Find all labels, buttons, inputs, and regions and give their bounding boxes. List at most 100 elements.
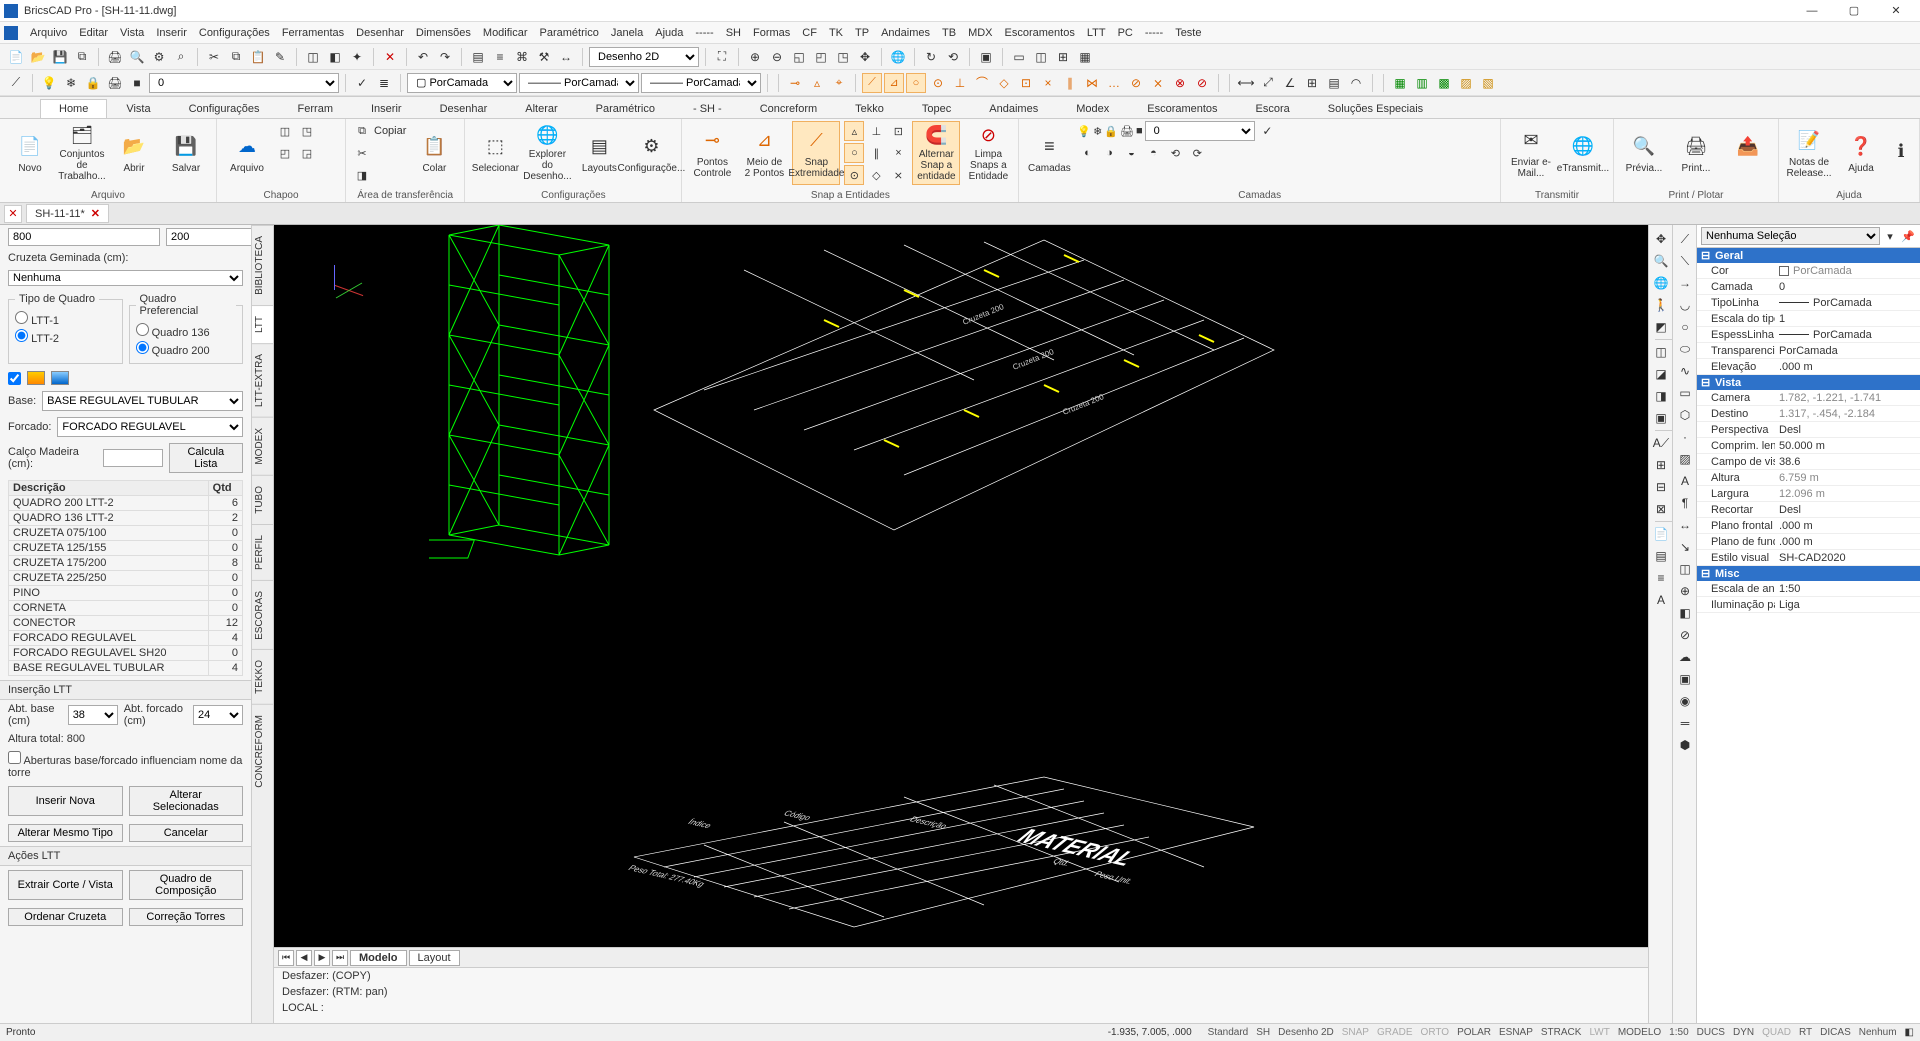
vp-3-icon[interactable]: ⊞	[1053, 47, 1073, 67]
zoom-out-icon[interactable]: ⊖	[767, 47, 787, 67]
nav-pan-icon[interactable]: ✥	[1651, 229, 1671, 249]
zoom-win-icon[interactable]: ⛶	[712, 47, 732, 67]
ribbon-tab-topec[interactable]: Topec	[903, 99, 970, 118]
menu-configura-es[interactable]: Configurações	[193, 25, 276, 41]
ribbon-settings-button[interactable]: ⚙Configuraçõe...	[627, 121, 675, 185]
snap-ext-icon[interactable]: ⟋	[862, 73, 882, 93]
layer-combo[interactable]: 0	[149, 73, 339, 93]
chapoo-sm3-icon[interactable]: ◰	[275, 143, 295, 163]
ribbon-snap-clear-button[interactable]: ⊘Limpa Snaps a Entidade	[964, 121, 1012, 185]
zoom-prev-icon[interactable]: ◰	[811, 47, 831, 67]
ribbon-about-button[interactable]: ℹ	[1889, 121, 1913, 185]
forcado-select[interactable]: FORCADO REGULAVEL	[57, 417, 243, 437]
table-row[interactable]: CORNETA0	[9, 601, 243, 616]
status-ducs[interactable]: DUCS	[1697, 1027, 1725, 1038]
vp-1-icon[interactable]: ▭	[1009, 47, 1029, 67]
ribbon-tab-solu-es-especiais[interactable]: Soluções Especiais	[1309, 99, 1442, 118]
lyr-d-icon[interactable]: ◓	[1143, 143, 1163, 163]
ribbon-layer-combo[interactable]: 0	[1145, 121, 1256, 141]
ribbon-snap-toggle-button[interactable]: 🧲Alternar Snap a entidade	[912, 121, 960, 185]
workspace-combo[interactable]: Desenho 2D	[589, 47, 699, 67]
ribbon-cloud-button[interactable]: ☁Arquivo	[223, 121, 271, 185]
table-row[interactable]: PINO0	[9, 586, 243, 601]
snap-clear-icon[interactable]: ⊘	[1192, 73, 1212, 93]
props-row[interactable]: Escala do tipo-lin1	[1697, 311, 1920, 327]
ribbon-select-button[interactable]: ⬚Selecionar	[471, 121, 519, 185]
base-select[interactable]: BASE REGULAVEL TUBULAR	[42, 391, 243, 411]
ribbon-paste-button[interactable]: 📋Colar	[410, 121, 458, 185]
layer-print-icon[interactable]: 🖨	[105, 73, 125, 93]
snap-g-icon[interactable]: ⊙	[928, 73, 948, 93]
qat-paste-icon[interactable]: 📋	[248, 47, 268, 67]
draw-ray-icon[interactable]: →	[1675, 273, 1695, 293]
table-row[interactable]: FORCADO REGULAVEL SH200	[9, 646, 243, 661]
qat-new-icon[interactable]: 📄	[6, 47, 26, 67]
snap-sm5[interactable]: ∥	[866, 143, 886, 163]
btn-ordenar-cruzeta[interactable]: Ordenar Cruzeta	[8, 908, 123, 926]
menu-sh[interactable]: SH	[720, 25, 747, 41]
arr-v-icon[interactable]: ▥	[1412, 73, 1432, 93]
paste-sm-icon[interactable]: ◨	[352, 165, 372, 185]
props-row[interactable]: Plano frontal.000 m	[1697, 518, 1920, 534]
check-aberturas[interactable]: Aberturas base/forcado influenciam nome …	[8, 751, 243, 779]
menu-pc[interactable]: PC	[1112, 25, 1139, 41]
zoom-ext-icon[interactable]: ◱	[789, 47, 809, 67]
menu-ltt[interactable]: LTT	[1081, 25, 1112, 41]
side-tab-perfil[interactable]: PERFIL	[252, 524, 273, 580]
menu-andaimes[interactable]: Andaimes	[875, 25, 936, 41]
ribbon-tab-escoramentos[interactable]: Escoramentos	[1128, 99, 1236, 118]
draw-bound-icon[interactable]: ▣	[1675, 669, 1695, 689]
radio-q136[interactable]: Quadro 136	[136, 323, 237, 339]
vis-wire-icon[interactable]: ◫	[1651, 342, 1671, 362]
radio-q200[interactable]: Quadro 200	[136, 341, 237, 357]
chapoo-sm4-icon[interactable]: ◲	[297, 143, 317, 163]
tab-modelo[interactable]: Modelo	[350, 950, 407, 966]
draw-text-icon[interactable]: A	[1675, 471, 1695, 491]
status-rt[interactable]: RT	[1799, 1027, 1812, 1038]
draw-3dp-icon[interactable]: ⬢	[1675, 735, 1695, 755]
snap-sm8[interactable]: ◇	[866, 165, 886, 185]
nav-persp-icon[interactable]: ◩	[1651, 317, 1671, 337]
props-filter-icon[interactable]: ▾	[1882, 228, 1898, 244]
maximize-button[interactable]: ▢	[1834, 1, 1874, 21]
qat-saveall-icon[interactable]: ⧉	[72, 47, 92, 67]
ribbon-save-button[interactable]: 💾Salvar	[162, 121, 210, 185]
props-row[interactable]: EspessLinhaPorCamada	[1697, 327, 1920, 343]
props-row[interactable]: TransparenciaPorCamada	[1697, 343, 1920, 359]
snap-sm3[interactable]: ⊡	[888, 121, 908, 141]
calc-lista-button[interactable]: Calcula Lista	[169, 443, 243, 473]
doc-tab[interactable]: SH-11-11* ✕	[26, 204, 109, 223]
status-nenhum[interactable]: Nenhum	[1859, 1027, 1897, 1038]
zoom-in-icon[interactable]: ⊕	[745, 47, 765, 67]
orbit-icon[interactable]: 🌐	[888, 47, 908, 67]
minimize-button[interactable]: —	[1792, 1, 1832, 21]
menu-ferramentas[interactable]: Ferramentas	[276, 25, 350, 41]
ribbon-tab-concreform[interactable]: Concreform	[741, 99, 836, 118]
sect2-icon[interactable]: ⊞	[1651, 455, 1671, 475]
dim-ang-icon[interactable]: ∠	[1280, 73, 1300, 93]
qat-dim-icon[interactable]: ↔	[556, 47, 576, 67]
side-tab-concreform[interactable]: CONCREFORM	[252, 704, 273, 798]
status-sh[interactable]: SH	[1256, 1027, 1270, 1038]
dim-cont-icon[interactable]: ⊞	[1302, 73, 1322, 93]
menu-escoramentos[interactable]: Escoramentos	[999, 25, 1081, 41]
snap-sm2[interactable]: ⊥	[866, 121, 886, 141]
draw-mtext-icon[interactable]: ¶	[1675, 493, 1695, 513]
menu-tk[interactable]: TK	[823, 25, 849, 41]
zoom-sel-icon[interactable]: ◳	[833, 47, 853, 67]
btn-correcao-torres[interactable]: Correção Torres	[129, 908, 244, 926]
menu-inserir[interactable]: Inserir	[150, 25, 193, 41]
qat-undo-icon[interactable]: ↶	[413, 47, 433, 67]
snap-none-icon[interactable]: ⊘	[1126, 73, 1146, 93]
side-tab-modex[interactable]: MODEX	[252, 417, 273, 475]
arr-r-icon[interactable]: ▧	[1478, 73, 1498, 93]
redraw-icon[interactable]: ⟲	[943, 47, 963, 67]
ribbon-email-button[interactable]: ✉Enviar e-Mail...	[1507, 121, 1555, 185]
snap-m2p-icon[interactable]: ⊿	[884, 73, 904, 93]
status-grade[interactable]: GRADE	[1377, 1027, 1413, 1038]
draw-att-icon[interactable]: A	[1651, 590, 1671, 610]
cut-icon[interactable]: ✂	[352, 143, 372, 163]
menu-modificar[interactable]: Modificar	[477, 25, 534, 41]
ribbon-tab-inserir[interactable]: Inserir	[352, 99, 421, 118]
draw-lead-icon[interactable]: ↘	[1675, 537, 1695, 557]
